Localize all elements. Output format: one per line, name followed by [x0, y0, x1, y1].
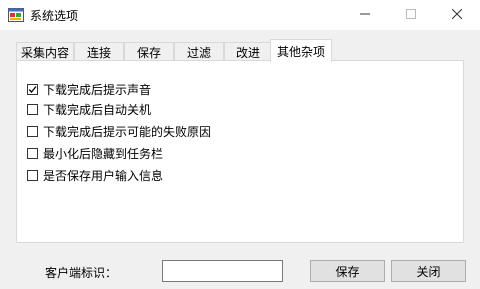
option-failure-reason[interactable]: 下载完成后提示可能的失败原因 [27, 123, 211, 139]
option-label: 下载完成后提示可能的失败原因 [43, 124, 212, 139]
tab-label: 采集内容 [20, 45, 69, 60]
tab-improve[interactable]: 改进 [224, 42, 272, 61]
checkbox-checked[interactable] [27, 83, 38, 95]
minimize-button[interactable] [342, 0, 388, 30]
checkbox[interactable] [27, 147, 38, 159]
option-label: 是否保存用户输入信息 [43, 168, 164, 183]
close-button-label: 关闭 [416, 264, 441, 279]
save-button-label: 保存 [335, 264, 360, 279]
client-id-input[interactable] [162, 260, 283, 282]
tab-collect-content[interactable]: 采集内容 [16, 42, 74, 61]
app-window-icon [8, 8, 24, 22]
checkbox[interactable] [27, 103, 38, 115]
tab-label: 改进 [235, 45, 260, 60]
tab-label: 保存 [136, 45, 161, 60]
maximize-button[interactable] [388, 0, 434, 30]
option-label: 下载完成后自动关机 [43, 102, 152, 117]
option-save-user-input[interactable]: 是否保存用户输入信息 [27, 167, 163, 183]
close-icon [451, 8, 463, 22]
close-window-button[interactable] [434, 0, 480, 30]
checkbox[interactable] [27, 125, 38, 137]
window-title: 系统选项 [30, 9, 79, 23]
save-button[interactable]: 保存 [310, 260, 385, 282]
tab-label: 其他杂项 [276, 44, 325, 59]
option-hide-to-taskbar[interactable]: 最小化后隐藏到任务栏 [27, 145, 163, 161]
option-auto-shutdown[interactable]: 下载完成后自动关机 [27, 101, 151, 117]
misc-tab-panel: 下载完成后提示声音 下载完成后自动关机 下载完成后提示可能的失败原因 最小化后隐… [16, 60, 464, 243]
close-button[interactable]: 关闭 [391, 260, 466, 282]
client-id-label: 客户端标识： [45, 266, 118, 280]
title-bar: 系统选项 [0, 0, 480, 30]
tab-filter[interactable]: 过滤 [174, 42, 224, 61]
tab-label: 过滤 [186, 45, 211, 60]
tab-misc[interactable]: 其他杂项 [270, 39, 332, 62]
tab-connection[interactable]: 连接 [74, 42, 124, 61]
option-label: 下载完成后提示声音 [43, 82, 152, 97]
option-download-sound[interactable]: 下载完成后提示声音 [27, 81, 151, 97]
maximize-icon [406, 8, 416, 22]
option-label: 最小化后隐藏到任务栏 [43, 146, 164, 161]
tab-save[interactable]: 保存 [124, 42, 174, 61]
tab-label: 连接 [86, 45, 111, 60]
minimize-icon [360, 8, 370, 22]
checkbox[interactable] [27, 169, 38, 181]
